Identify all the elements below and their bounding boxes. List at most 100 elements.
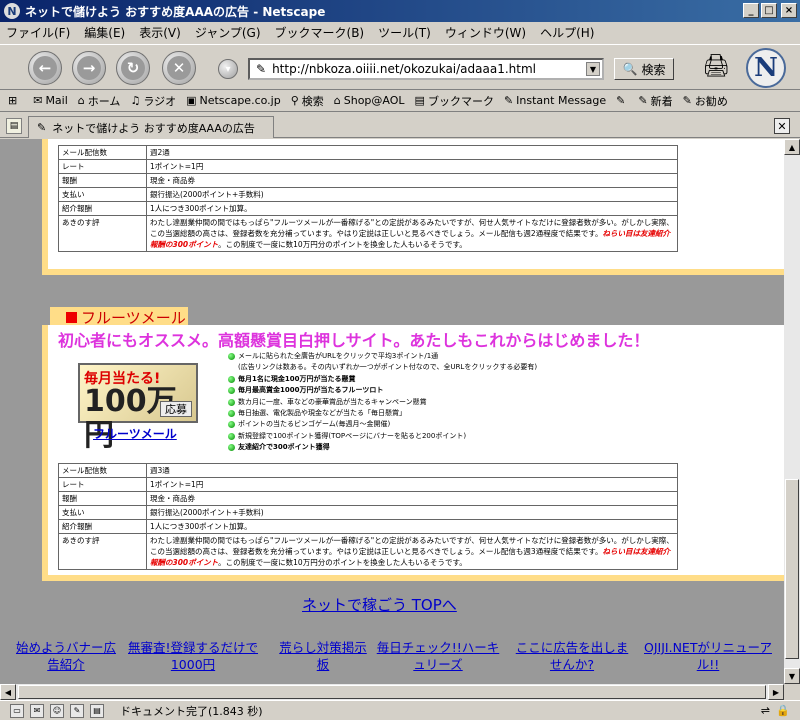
- horizontal-scroll-thumb[interactable]: [18, 685, 766, 699]
- list-item: (広告リンクは数ある。その内いずれか一つがポイント付なので、全URLをクリックす…: [228, 362, 658, 373]
- new-tab-icon[interactable]: ▤: [6, 118, 22, 134]
- url-text: http://nbkoza.oiiii.net/okozukai/adaaa1.…: [272, 62, 536, 76]
- fruitmail-banner[interactable]: 毎月当たる! 100万円 応募: [78, 363, 198, 453]
- bookmark-shop[interactable]: ⌂ Shop@AOL: [334, 94, 405, 107]
- maximize-button[interactable]: □: [761, 3, 777, 18]
- menu-tools[interactable]: ツール(T): [378, 24, 431, 41]
- table-value: 1人につき300ポイント加算。: [146, 201, 678, 216]
- online-status-icon[interactable]: ⇌: [761, 704, 770, 717]
- bookmark-recommend[interactable]: ✎ お勧め: [683, 93, 728, 109]
- list-item: 毎月最高賞金1000万円が当たるフルーツロト: [228, 385, 658, 396]
- navigator-icon[interactable]: ▭: [10, 703, 24, 718]
- print-icon[interactable]: 🖨: [700, 51, 732, 81]
- table-row: 支払い 銀行振込(2000ポイント+手数料): [58, 187, 678, 202]
- table-row: メール配信数 週2通: [58, 145, 678, 160]
- bookmark-netscape[interactable]: ▣ Netscape.co.jp: [186, 94, 281, 107]
- bookmark-shop-label: Shop@AOL: [343, 94, 405, 107]
- horizontal-scrollbar[interactable]: ◀ ▶: [0, 684, 784, 700]
- menu-go[interactable]: ジャンプ(G): [195, 24, 261, 41]
- ad-box-fruitmail: 初心者にもオススメ。高額懸賞目白押しサイト。あたしもこれからはじめました！ 毎月…: [42, 325, 784, 581]
- mail-icon[interactable]: ✉: [30, 703, 44, 718]
- table-key: レート: [58, 159, 147, 174]
- comment-tail: 。この制度で一度に数10万円分のポイントを換金した人もいるそうです。: [218, 558, 467, 567]
- forward-button[interactable]: →: [72, 51, 106, 85]
- list-item: メールに貼られた全廣告がURLをクリックで平均3ポイント/1通: [228, 351, 658, 362]
- table-value: 現金・商品券: [146, 491, 678, 506]
- personal-toolbar-grip-icon[interactable]: ⊞: [8, 94, 17, 107]
- history-dropdown-button[interactable]: ▾: [218, 59, 238, 79]
- menu-window[interactable]: ウィンドウ(W): [445, 24, 526, 41]
- menu-bar: ファイル(F) 編集(E) 表示(V) ジャンプ(G) ブックマーク(B) ツー…: [0, 22, 800, 42]
- feature-text: 数カ月に一度、車などの豪華賞品が当たるキャンペーン懸賞: [238, 397, 427, 406]
- bookmark-mail-label: Mail: [45, 94, 68, 107]
- menu-edit[interactable]: 編集(E): [84, 24, 125, 41]
- bookmark-mail[interactable]: ✉ Mail: [33, 94, 68, 107]
- table-value: 現金・商品券: [146, 173, 678, 188]
- minimize-button[interactable]: _: [743, 3, 759, 18]
- vertical-scroll-thumb[interactable]: [785, 479, 799, 659]
- url-dropdown-icon[interactable]: ▼: [586, 62, 600, 76]
- footer-link-banner[interactable]: 始めようバナー広告紹介: [10, 639, 122, 673]
- table-key: 紹介報酬: [58, 519, 147, 534]
- green-bullet-icon: [228, 375, 235, 383]
- window-title: ネットで儲けよう おすすめ度AAAの広告 - Netscape: [25, 4, 326, 19]
- comment-text: わたし達副業仲間の間ではもっぱら"フルーツメールが一番稼げる"との定説があるみた…: [150, 218, 674, 238]
- status-text: ドキュメント完了(1.843 秒): [120, 704, 263, 718]
- search-button[interactable]: 🔍 検索: [614, 58, 674, 80]
- bookmark-home-label: ホーム: [87, 94, 121, 108]
- tab-active[interactable]: ✎ ネットで儲けよう おすすめ度AAAの広告: [28, 116, 274, 138]
- url-bar[interactable]: ✎ http://nbkoza.oiiii.net/okozukai/adaaa…: [248, 58, 604, 80]
- fruitmail-link[interactable]: フルーツメール: [93, 425, 177, 442]
- security-lock-icon[interactable]: 🔒: [776, 704, 790, 717]
- list-item: 毎月1名に現金100万円が当たる懸賞: [228, 374, 658, 385]
- navigation-toolbar: ← → ↻ ✕ ▾ ✎ http://nbkoza.oiiii.net/okoz…: [0, 44, 800, 90]
- footer-link-ojiji[interactable]: OJIJI.NETがリニューアル!!: [640, 639, 776, 673]
- feature-text: ポイントの当たるビンゴゲーム(毎週月～金開催): [238, 420, 391, 429]
- menu-view[interactable]: 表示(V): [139, 24, 181, 41]
- spec-table-1: メール配信数 週2通 レート 1ポイント=1円 報酬 現金・商品券 支払い 銀行振込(2…: [58, 145, 678, 252]
- bookmark-home[interactable]: ⌂ ホーム: [78, 93, 121, 109]
- netscape-icon: N: [4, 3, 20, 19]
- table-row: 報酬 現金・商品券: [58, 173, 678, 188]
- scroll-down-icon[interactable]: ▼: [784, 668, 800, 684]
- status-bar: ▭ ✉ ☺ ✎ ▤ ドキュメント完了(1.843 秒) ⇌ 🔒: [0, 700, 800, 720]
- scroll-right-icon[interactable]: ▶: [768, 684, 784, 700]
- back-arrow-icon: ←: [33, 56, 57, 80]
- footer-link-hercules[interactable]: 毎日チェック!!ハーキュリーズ: [376, 639, 500, 673]
- footer-link-register[interactable]: 無審査!登録するだけで1000円: [128, 639, 258, 673]
- menu-help[interactable]: ヘルプ(H): [540, 24, 594, 41]
- menu-bookmarks[interactable]: ブックマーク(B): [275, 24, 365, 41]
- bookmark-new[interactable]: ✎ 新着: [638, 93, 672, 109]
- green-bullet-icon: [228, 353, 235, 360]
- footer-link-advertise[interactable]: ここに広告を出しませんか?: [510, 639, 634, 673]
- bookmark-search[interactable]: ⚲ 検索: [291, 93, 324, 109]
- footer-link-bbs[interactable]: 荒らし対策掲示板: [278, 639, 368, 673]
- headphones-icon: ♫: [130, 94, 141, 107]
- top-page-link[interactable]: ネットで稼ごう TOPへ: [302, 594, 457, 615]
- bookmark-blank[interactable]: ✎: [616, 94, 628, 107]
- feature-list: メールに貼られた全廣告がURLをクリックで平均3ポイント/1通 (広告リンクは数…: [228, 351, 658, 454]
- back-button[interactable]: ←: [28, 51, 62, 85]
- bookmark-im[interactable]: ✎ Instant Message: [504, 94, 606, 107]
- bookmark-bookmarks[interactable]: ▤ ブックマーク: [415, 93, 494, 109]
- menu-file[interactable]: ファイル(F): [6, 24, 70, 41]
- vertical-scrollbar[interactable]: ▲ ▼: [784, 139, 800, 684]
- close-button[interactable]: ×: [781, 3, 797, 18]
- composer-icon[interactable]: ✎: [70, 703, 84, 718]
- search-icon: 🔍: [622, 62, 638, 76]
- reload-button[interactable]: ↻: [116, 51, 150, 85]
- scroll-left-icon[interactable]: ◀: [0, 684, 16, 700]
- close-tab-icon[interactable]: ✕: [774, 118, 790, 134]
- my-icon: ▣: [186, 94, 197, 107]
- netscape-throbber-icon[interactable]: N: [746, 48, 786, 88]
- bookmark-radio[interactable]: ♫ ラジオ: [130, 93, 176, 109]
- stop-button[interactable]: ✕: [162, 51, 196, 85]
- scroll-up-icon[interactable]: ▲: [784, 139, 800, 155]
- bookmark-search-label: 検索: [301, 94, 324, 108]
- feature-text: 毎日抽選、電化製品や現金などが当たる「毎日懸賞」: [238, 409, 406, 418]
- banner-line2: 100万円: [84, 384, 177, 453]
- address-book-icon[interactable]: ▤: [90, 703, 104, 718]
- url-page-icon: ✎: [256, 62, 267, 76]
- aim-icon[interactable]: ☺: [50, 703, 64, 718]
- bookmark-link-icon: ✎: [682, 94, 692, 107]
